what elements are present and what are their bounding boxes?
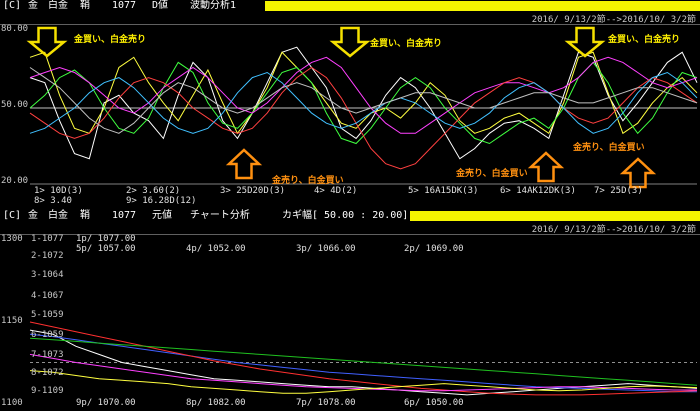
price-label-7p: 7p/ 1078.00	[296, 398, 356, 408]
top-bracket: [C]	[3, 0, 22, 11]
legend-item-9: 9> 16.28D(12)	[126, 196, 197, 206]
tab-gold[interactable]: 金	[28, 0, 38, 12]
price-label-6p: 6p/ 1050.00	[404, 398, 464, 408]
row-label-9: 9-1109	[31, 386, 64, 396]
row-label-8: 8-1072	[31, 368, 64, 378]
annotation-sell-3: 金売り、白金買い	[573, 143, 645, 153]
y-tick-1150: 1150	[1, 316, 23, 326]
annotation-buy-3: 金買い、白金売り	[608, 35, 681, 45]
wave-series-2	[29, 51, 698, 135]
row-label-4: 4-1067	[31, 291, 64, 301]
legend-item-1: 1> 10D(3)	[34, 186, 83, 196]
legend-item-3: 3> 25D20D(3)	[220, 186, 286, 196]
price-label-1p: 1p/ 1077.00	[76, 234, 136, 244]
legend-item-2: 2> 3.60(2)	[126, 186, 181, 196]
y-tick-mid: 50.00	[1, 100, 29, 110]
annotation-buy-2: 金買い、白金売り	[370, 39, 443, 49]
legend-item-7: 7> 25D(3)	[594, 186, 643, 196]
y-tick-bottom: 20.00	[1, 176, 29, 186]
tab-code[interactable]: 1077	[112, 0, 136, 12]
annotation-buy-1: 金買い、白金売り	[74, 35, 147, 45]
bottom-yellow-bar	[410, 211, 700, 221]
wave-panel: 80.00 50.00 20.00 金買い、白金売り 金買い、白金売り 金買い、…	[0, 24, 700, 206]
tab-code-2[interactable]: 1077	[112, 210, 136, 222]
wave-series-6	[29, 71, 698, 134]
tab-wave-analysis[interactable]: 波動分析1	[190, 0, 236, 12]
buy-arrow-2	[329, 26, 371, 58]
legend-item-6: 6> 14AK12DK(3)	[500, 186, 576, 196]
tab-base-value[interactable]: 元値	[152, 210, 172, 222]
bottom-bracket: [C]	[3, 210, 22, 221]
top-yellow-bar	[265, 1, 700, 11]
price-label-5p: 5p/ 1057.00	[76, 244, 136, 254]
annotation-sell-2: 金売り、白金買い	[456, 169, 528, 179]
legend-item-5: 5> 16A15DK(3)	[408, 186, 479, 196]
wave-chart	[26, 26, 698, 189]
tab-d-value[interactable]: D値	[152, 0, 168, 12]
price-label-9p: 9p/ 1070.00	[76, 398, 136, 408]
kagi-width: カギ幅[ 50.00 : 20.00]	[282, 210, 409, 221]
y-tick-top: 80.00	[1, 24, 29, 34]
tab-gold-2[interactable]: 金	[28, 210, 38, 222]
top-title-bar: [C] 金 白金 鞘 1077 D値 波動分析1	[0, 0, 700, 12]
tab-platinum[interactable]: 白金	[48, 0, 68, 12]
price-label-2p: 2p/ 1069.00	[404, 244, 464, 254]
row-label-6: 6-1059	[31, 330, 64, 340]
row-label-2: 2-1072	[31, 251, 64, 261]
price-label-8p: 8p/ 1082.00	[186, 398, 246, 408]
price-label-3p: 3p/ 1066.00	[296, 244, 356, 254]
buy-arrow-1	[26, 26, 68, 58]
legend-item-8: 8> 3.40	[34, 196, 72, 206]
kagi-chart	[29, 321, 698, 396]
sell-arrow-1	[225, 148, 263, 180]
buy-arrow-3	[564, 26, 606, 58]
tab-spread[interactable]: 鞘	[80, 0, 90, 12]
kagi-series-3	[29, 321, 698, 396]
legend-item-4: 4> 4D(2)	[314, 186, 358, 196]
y-tick-1300: 1300	[1, 234, 23, 244]
chart-analysis-panel: 1300 1150 1100 1-1077 2-1072 3-1064 4-10…	[0, 234, 700, 411]
sell-arrow-3	[619, 157, 657, 189]
row-label-7: 7-1073	[31, 350, 64, 360]
y-tick-1100: 1100	[1, 398, 23, 408]
wave-series-3	[29, 61, 698, 145]
price-label-4p: 4p/ 1052.00	[186, 244, 246, 254]
row-label-3: 3-1064	[31, 270, 64, 280]
tab-chart-analysis[interactable]: チャート分析	[190, 210, 250, 222]
kagi-series-4	[29, 337, 698, 386]
row-label-5: 5-1059	[31, 310, 64, 320]
tab-platinum-2[interactable]: 白金	[48, 210, 68, 222]
wave-series-7	[29, 67, 698, 134]
bottom-title-bar: [C] 金 白金 鞘 1077 元値 チャート分析 カギ幅[ 50.00 : 2…	[0, 210, 700, 222]
tab-spread-2[interactable]: 鞘	[80, 210, 90, 222]
row-label-1: 1-1077	[31, 234, 64, 244]
sell-arrow-2	[527, 151, 565, 183]
annotation-sell-1: 金売り、白金買い	[272, 176, 344, 186]
